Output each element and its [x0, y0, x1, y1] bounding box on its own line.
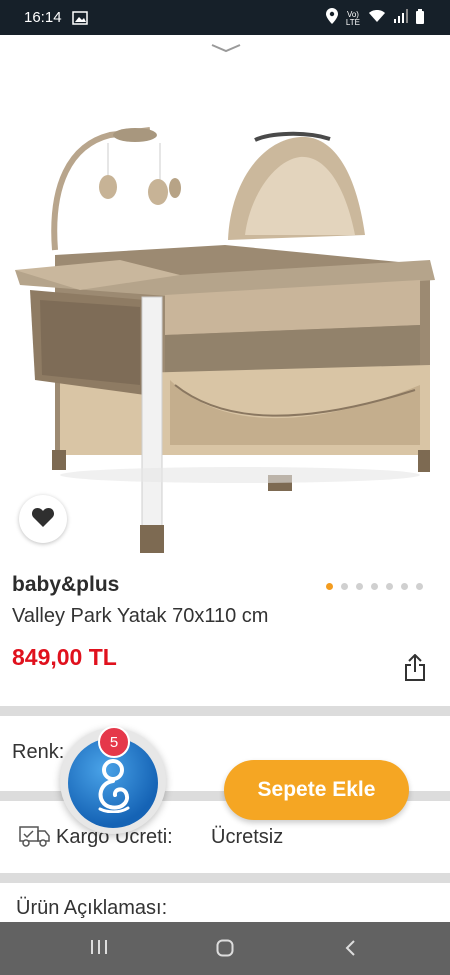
- product-price: 849,00 TL: [12, 644, 117, 670]
- description-label[interactable]: Ürün Açıklaması:: [16, 897, 167, 920]
- floating-app-button[interactable]: 5: [60, 726, 166, 834]
- heart-icon: [31, 506, 55, 533]
- product-brand[interactable]: baby&plus: [12, 573, 119, 597]
- volte-icon: Vo) LTE: [345, 9, 360, 27]
- status-time: 16:14: [24, 9, 62, 26]
- home-icon[interactable]: [216, 939, 234, 962]
- wifi-icon: [368, 9, 386, 28]
- divider: [0, 706, 450, 716]
- pagination-dot[interactable]: [386, 583, 393, 590]
- status-bar: 16:14 Vo) LTE: [0, 0, 450, 35]
- pagination-dot[interactable]: [401, 583, 408, 590]
- photo-icon: [72, 11, 88, 30]
- signal-icon: [394, 9, 408, 28]
- pagination-dot[interactable]: [416, 583, 423, 590]
- product-image[interactable]: [0, 35, 450, 562]
- add-to-cart-button[interactable]: Sepete Ekle: [224, 760, 409, 820]
- recent-apps-icon[interactable]: [90, 939, 108, 960]
- navigation-bar: [0, 922, 450, 975]
- battery-icon: [416, 8, 424, 29]
- shipping-value: Ücretsiz: [211, 826, 284, 848]
- pagination-dot-active[interactable]: [326, 583, 333, 590]
- wishlist-button[interactable]: [19, 495, 67, 543]
- image-pagination: [326, 583, 423, 590]
- pagination-dot[interactable]: [356, 583, 363, 590]
- pagination-dot[interactable]: [371, 583, 378, 590]
- color-label: Renk:: [12, 741, 65, 763]
- back-icon[interactable]: [344, 939, 356, 962]
- location-icon: [325, 8, 338, 29]
- pagination-dot[interactable]: [341, 583, 348, 590]
- share-icon[interactable]: [404, 653, 426, 687]
- cart-count-badge: 5: [98, 726, 130, 758]
- shipping-truck-icon: [16, 823, 52, 854]
- divider: [0, 873, 450, 883]
- product-title: Valley Park Yatak 70x110 cm: [12, 605, 269, 627]
- chevron-down-icon[interactable]: [210, 42, 242, 60]
